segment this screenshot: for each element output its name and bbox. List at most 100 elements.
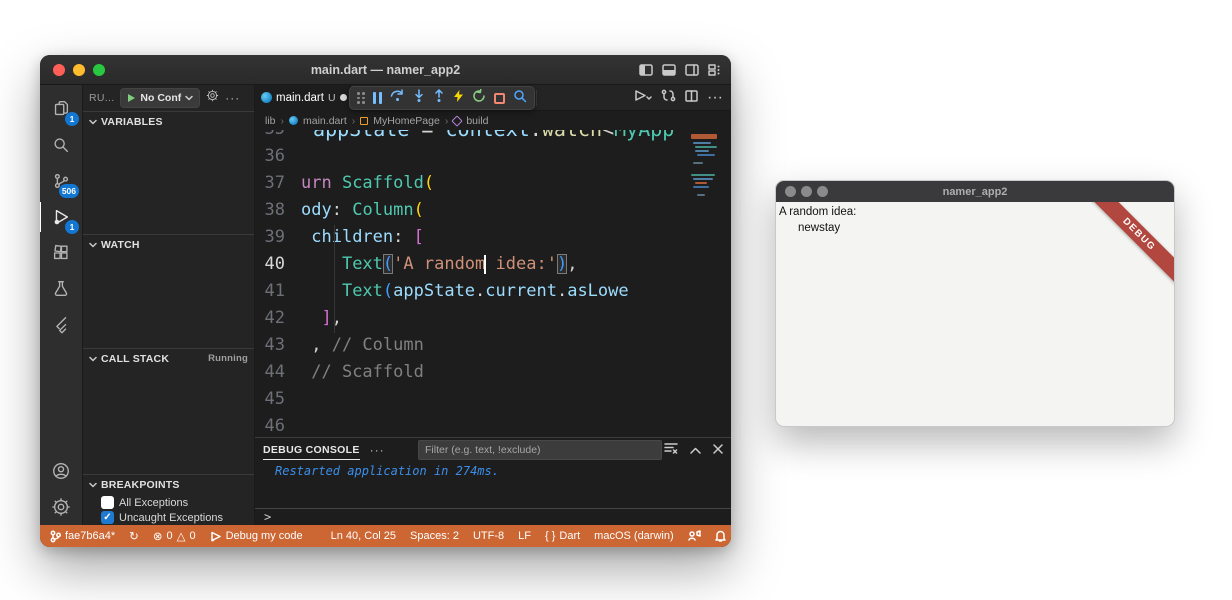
tab-debug-console[interactable]: DEBUG CONSOLE: [263, 440, 360, 460]
problems-indicator[interactable]: ⊗ 0 △ 0: [153, 529, 196, 543]
vscode-titlebar[interactable]: main.dart — namer_app2: [40, 55, 731, 85]
line-number: 35: [255, 130, 301, 143]
breadcrumb-lib[interactable]: lib: [265, 115, 276, 127]
feedback-icon[interactable]: [688, 530, 701, 542]
line-number: 45: [255, 386, 301, 413]
code-line[interactable]: 36: [255, 143, 731, 170]
run-and-debug-icon[interactable]: 1: [44, 199, 78, 235]
branch-indicator[interactable]: fae7b6a4*: [50, 530, 115, 543]
toggle-primary-sidebar-icon[interactable]: [639, 64, 653, 76]
watch-section-header[interactable]: WATCH: [83, 235, 254, 255]
namer-app-window: namer_app2 A random idea: newstay DEBUG: [775, 180, 1175, 427]
cursor-position-indicator[interactable]: Ln 40, Col 25: [331, 530, 396, 542]
breakpoints-section-header[interactable]: BREAKPOINTS: [83, 475, 254, 495]
run-or-debug-icon[interactable]: [634, 89, 652, 107]
toggle-panel-icon[interactable]: [662, 64, 676, 76]
app-titlebar[interactable]: namer_app2: [776, 181, 1174, 202]
sync-changes-button[interactable]: ↻: [129, 529, 139, 543]
run-panel-header: RU...: [89, 92, 114, 104]
breakpoints-section: BREAKPOINTS All Exceptions Uncaught Exce…: [83, 474, 254, 525]
toolbar-drag-handle[interactable]: [357, 92, 365, 104]
breakpoint-checkbox[interactable]: [101, 496, 114, 509]
account-icon[interactable]: [44, 453, 78, 489]
breadcrumb-build[interactable]: build: [466, 115, 488, 127]
editor-more-actions-icon[interactable]: ···: [707, 89, 723, 107]
stop-icon[interactable]: [494, 93, 505, 104]
start-debug-config-button[interactable]: No Conf: [120, 88, 200, 108]
step-into-icon[interactable]: [413, 89, 425, 107]
code-line[interactable]: 37urn Scaffold(: [255, 170, 731, 197]
breakpoint-row[interactable]: Uncaught Exceptions: [83, 510, 254, 525]
breadcrumb-myhomepage[interactable]: MyHomePage: [373, 115, 440, 127]
code-line[interactable]: 39 children: [: [255, 224, 731, 251]
code-line[interactable]: 42 ],: [255, 305, 731, 332]
breakpoint-row[interactable]: All Exceptions: [83, 495, 254, 510]
step-over-icon[interactable]: [390, 89, 405, 107]
flutter-icon[interactable]: [44, 307, 78, 343]
code-line[interactable]: 45: [255, 386, 731, 413]
vscode-window: main.dart — namer_app2 1 506 1: [40, 55, 731, 547]
open-changes-icon[interactable]: [661, 89, 676, 107]
minimap[interactable]: [691, 134, 725, 394]
code-editor[interactable]: 35 appState = context.watch<MyApp3637urn…: [255, 130, 731, 437]
clear-console-icon[interactable]: [664, 441, 678, 459]
indentation-indicator[interactable]: Spaces: 2: [410, 530, 459, 542]
toggle-secondary-sidebar-icon[interactable]: [685, 64, 699, 76]
explorer-icon[interactable]: 1: [44, 91, 78, 127]
panel-more-tabs-icon[interactable]: ···: [370, 443, 385, 457]
code-line[interactable]: 38ody: Column(: [255, 197, 731, 224]
code-line[interactable]: 44 // Scaffold: [255, 359, 731, 386]
debug-badge: 1: [65, 220, 79, 234]
split-editor-icon[interactable]: [685, 89, 698, 107]
close-panel-icon[interactable]: [713, 441, 723, 459]
status-bar: fae7b6a4* ↻ ⊗ 0 △ 0 Debug my code Ln 40,…: [40, 525, 731, 547]
code-line[interactable]: 41 Text(appState.current.asLowe: [255, 278, 731, 305]
traffic-lights: [53, 64, 105, 76]
eol-indicator[interactable]: LF: [518, 530, 531, 542]
debug-config-indicator[interactable]: Debug my code: [210, 530, 303, 542]
language-indicator[interactable]: { } Dart: [545, 530, 580, 542]
step-out-icon[interactable]: [433, 89, 445, 107]
code-line[interactable]: 40 Text('A random idea:'),: [255, 251, 731, 278]
customize-layout-icon[interactable]: [708, 64, 721, 76]
method-symbol-icon: [452, 115, 463, 126]
settings-gear-icon[interactable]: [44, 489, 78, 525]
code-line[interactable]: 35 appState = context.watch<MyApp: [255, 130, 731, 143]
os-indicator[interactable]: macOS (darwin): [594, 530, 673, 542]
run-panel-more-icon[interactable]: ···: [225, 91, 240, 105]
tab-main-dart[interactable]: main.dart U: [255, 85, 351, 111]
debug-console-panel: DEBUG CONSOLE ··· Restarted application …: [255, 437, 731, 525]
pause-icon[interactable]: [373, 92, 382, 104]
call-stack-section-header[interactable]: CALL STACK Running: [83, 349, 254, 369]
breakpoint-checkbox[interactable]: [101, 511, 114, 524]
code-line[interactable]: 43 , // Column: [255, 332, 731, 359]
breadcrumb: lib › main.dart › MyHomePage › build: [255, 111, 731, 130]
source-control-icon[interactable]: 506: [44, 163, 78, 199]
search-icon[interactable]: [44, 127, 78, 163]
console-log-line: Restarted application in 274ms.: [275, 464, 731, 478]
widget-inspector-icon[interactable]: [513, 89, 527, 108]
line-number: 44: [255, 359, 301, 386]
line-number: 41: [255, 278, 301, 305]
restart-icon[interactable]: [472, 89, 486, 108]
breadcrumb-main-dart[interactable]: main.dart: [303, 115, 347, 127]
encoding-indicator[interactable]: UTF-8: [473, 530, 504, 542]
minimize-window-button[interactable]: [73, 64, 85, 76]
debug-gear-icon[interactable]: [206, 89, 219, 107]
notifications-bell-icon[interactable]: [715, 530, 726, 542]
class-symbol-icon: [360, 117, 368, 125]
console-input-row[interactable]: >: [255, 508, 731, 525]
console-filter-input[interactable]: [418, 440, 662, 460]
variables-section-header[interactable]: VARIABLES: [83, 112, 254, 132]
maximize-panel-icon[interactable]: [690, 441, 701, 459]
code-line[interactable]: 46: [255, 413, 731, 437]
app-window-title: namer_app2: [776, 186, 1174, 198]
hot-reload-icon[interactable]: [453, 89, 464, 108]
line-number: 42: [255, 305, 301, 332]
testing-icon[interactable]: [44, 271, 78, 307]
error-icon: ⊗: [153, 529, 163, 543]
zoom-window-button[interactable]: [93, 64, 105, 76]
close-window-button[interactable]: [53, 64, 65, 76]
extensions-icon[interactable]: [44, 235, 78, 271]
app-text-label: A random idea:: [779, 206, 856, 218]
